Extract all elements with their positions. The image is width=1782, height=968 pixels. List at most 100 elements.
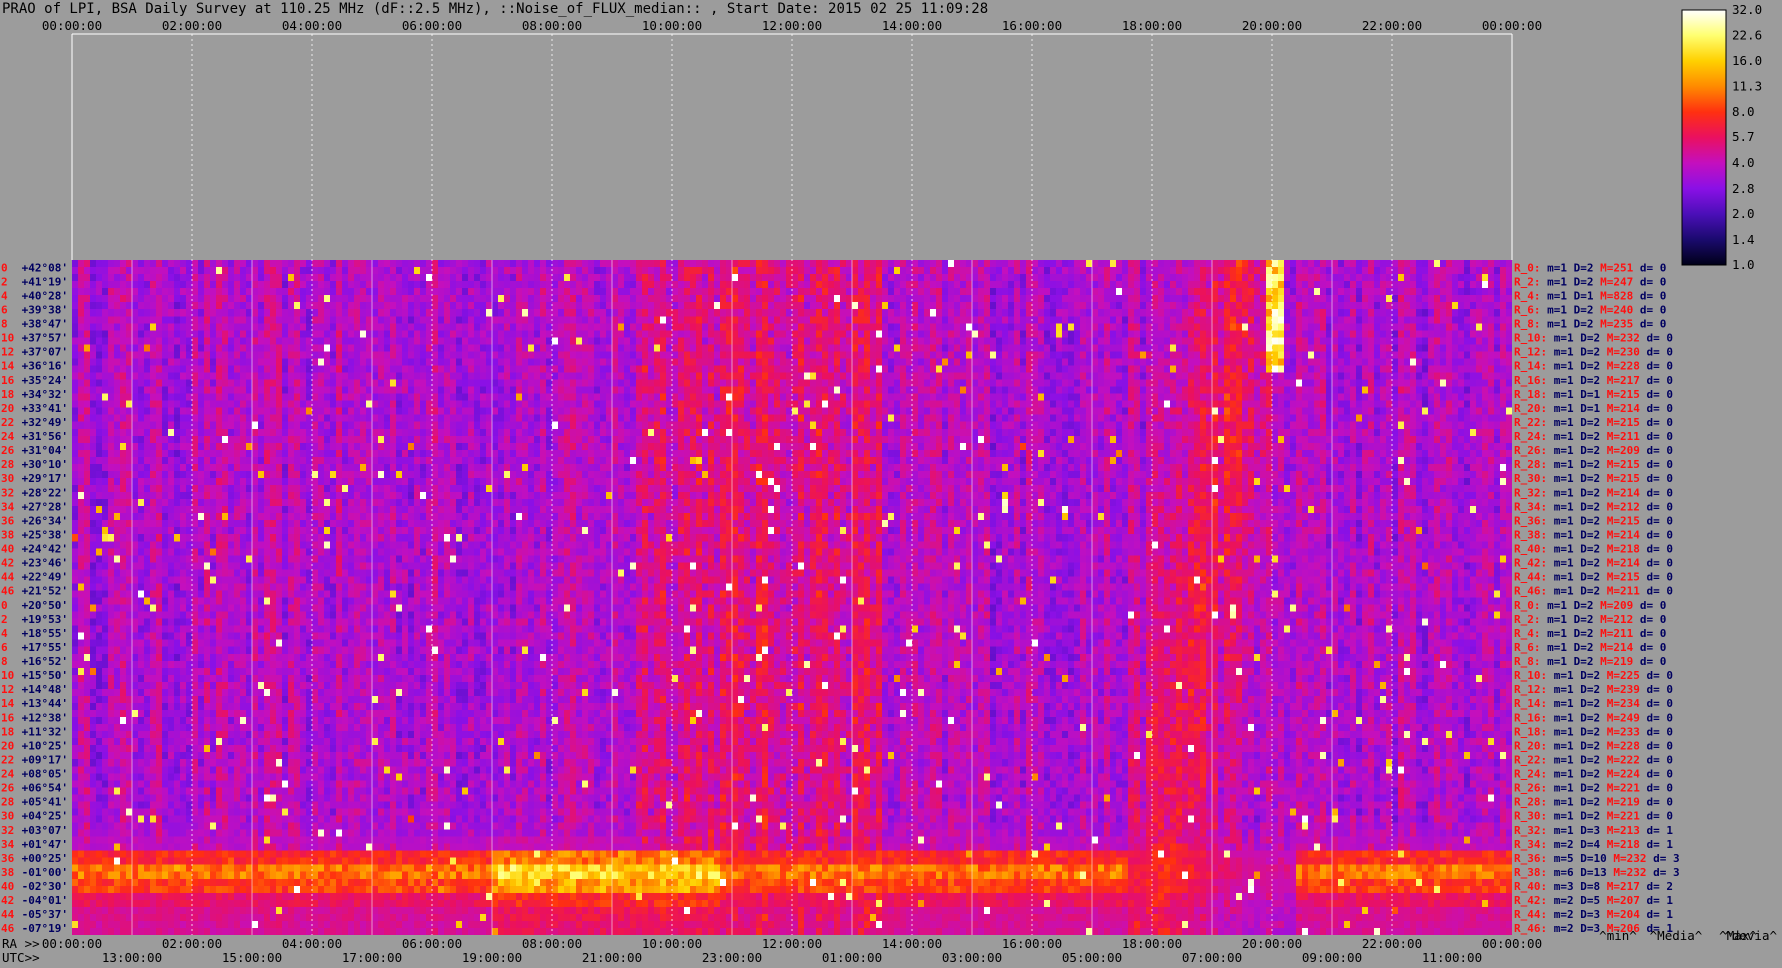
dec-label: -05°37' (22, 908, 68, 921)
dec-label: +42°08' (22, 261, 68, 274)
beam-index-label: 2 (1, 275, 8, 288)
beam-index-label: 46 (1, 922, 15, 935)
dec-label: +06°54' (22, 782, 68, 795)
top-axis-tick-label: 12:00:00 (762, 18, 822, 33)
dec-label: +05°41' (22, 796, 68, 809)
row-stat: R_32: m=1 D=3 M=213 d= 1 (1514, 824, 1673, 837)
beam-index-label: 34 (1, 838, 15, 851)
beam-index-label: 38 (1, 528, 14, 541)
top-axis-tick-label: 00:00:00 (42, 18, 102, 33)
dec-label: +41°19' (22, 275, 68, 288)
beam-index-label: 14 (1, 697, 15, 710)
row-stat: R_40: m=1 D=2 M=218 d= 0 (1514, 543, 1673, 556)
beam-index-label: 6 (1, 641, 8, 654)
dec-label: +35°24' (22, 374, 68, 387)
beam-index-label: 40 (1, 543, 14, 556)
row-stat: R_22: m=1 D=2 M=222 d= 0 (1514, 753, 1673, 766)
beam-index-label: 18 (1, 725, 14, 738)
beam-index-label: 34 (1, 500, 15, 513)
top-axis-tick-label: 06:00:00 (402, 18, 462, 33)
row-stat: R_10: m=1 D=2 M=225 d= 0 (1514, 669, 1673, 682)
row-stat: R_40: m=3 D=8 M=217 d= 2 (1514, 880, 1673, 893)
ra-axis-tick-label: 08:00:00 (522, 936, 582, 951)
dec-label: +29°17' (22, 472, 68, 485)
beam-index-label: 32 (1, 486, 14, 499)
row-stat: R_38: m=6 D=13 M=232 d= 3 (1514, 866, 1680, 879)
dec-label: +18°55' (22, 627, 68, 640)
beam-index-label: 14 (1, 360, 15, 373)
row-stat: R_6: m=1 D=2 M=214 d= 0 (1514, 641, 1666, 654)
colorbar-tick-label: 4.0 (1732, 155, 1755, 170)
row-stat: R_28: m=1 D=2 M=215 d= 0 (1514, 458, 1673, 471)
utc-axis-tick-label: 23:00:00 (702, 950, 762, 965)
dec-label: +24°42' (22, 543, 68, 556)
dec-label: -02°30' (22, 880, 68, 893)
dec-label: -04°01' (22, 894, 68, 907)
dec-label: +40°28' (22, 289, 68, 302)
beam-index-label: 44 (1, 571, 15, 584)
top-axis-tick-label: 14:00:00 (882, 18, 942, 33)
ra-axis-tick-label: 16:00:00 (1002, 936, 1062, 951)
ra-axis-tick-label: 00:00:00 (42, 936, 102, 951)
top-axis-tick-label: 18:00:00 (1122, 18, 1182, 33)
beam-index-label: 46 (1, 585, 15, 598)
colorbar-tick-label: 32.0 (1732, 2, 1762, 17)
dec-label: +32°49' (22, 416, 68, 429)
top-axis-tick-label: 08:00:00 (522, 18, 582, 33)
colorbar-tick-label: 5.7 (1732, 129, 1755, 144)
stat-legend-median: ^Media^ (1650, 928, 1703, 943)
beam-index-label: 4 (1, 289, 8, 302)
beam-index-label: 6 (1, 303, 8, 316)
row-stat: R_4: m=1 D=2 M=211 d= 0 (1514, 627, 1666, 640)
beam-index-label: 42 (1, 894, 14, 907)
ra-axis-tick-label: 18:00:00 (1122, 936, 1182, 951)
utc-axis-tick-label: 09:00:00 (1302, 950, 1362, 965)
utc-axis-tick-label: 05:00:00 (1062, 950, 1122, 965)
dec-label: +16°52' (22, 655, 68, 668)
ra-axis-tick-label: 00:00:00 (1482, 936, 1542, 951)
dec-label: -01°00' (22, 866, 68, 879)
row-stat: R_26: m=1 D=2 M=221 d= 0 (1514, 782, 1673, 795)
row-stat: R_36: m=1 D=2 M=215 d= 0 (1514, 514, 1673, 527)
row-stat: R_0: m=1 D=2 M=251 d= 0 (1514, 261, 1666, 274)
beam-index-label: 36 (1, 852, 15, 865)
dec-label: +28°22' (22, 486, 68, 499)
beam-index-label: 8 (1, 655, 8, 668)
utc-axis-tick-label: 15:00:00 (222, 950, 282, 965)
row-stat: R_18: m=1 D=1 M=215 d= 0 (1514, 388, 1673, 401)
row-stat: R_2: m=1 D=2 M=247 d= 0 (1514, 275, 1666, 288)
ra-axis-prefix: RA >> (2, 936, 40, 951)
top-axis-tick-label: 00:00:00 (1482, 18, 1542, 33)
beam-index-label: 44 (1, 908, 15, 921)
colorbar-tick-label: 1.4 (1732, 232, 1755, 247)
beam-index-label: 8 (1, 318, 8, 331)
dec-label: +25°38' (22, 528, 68, 541)
dec-label: +39°38' (22, 303, 68, 316)
beam-index-label: 24 (1, 430, 15, 443)
dec-label: +13°44' (22, 697, 68, 710)
row-stat: R_32: m=1 D=2 M=214 d= 0 (1514, 486, 1673, 499)
row-stat: R_34: m=1 D=2 M=212 d= 0 (1514, 500, 1673, 513)
ra-axis-tick-label: 04:00:00 (282, 936, 342, 951)
row-stat: R_12: m=1 D=2 M=239 d= 0 (1514, 683, 1673, 696)
beam-index-label: 42 (1, 557, 14, 570)
top-axis-tick-label: 04:00:00 (282, 18, 342, 33)
beam-index-label: 24 (1, 768, 15, 781)
row-stat: R_2: m=1 D=2 M=212 d= 0 (1514, 613, 1666, 626)
stat-legend-min: ^min^ (1599, 928, 1637, 943)
beam-index-label: 22 (1, 416, 14, 429)
row-stat: R_30: m=1 D=2 M=215 d= 0 (1514, 472, 1673, 485)
beam-index-label: 16 (1, 711, 15, 724)
beam-index-label: 4 (1, 627, 8, 640)
dec-label: +27°28' (22, 500, 68, 513)
row-stat: R_14: m=1 D=2 M=234 d= 0 (1514, 697, 1673, 710)
dec-label: +03°07' (22, 824, 68, 837)
dec-label: +26°34' (22, 514, 68, 527)
row-stat: R_26: m=1 D=2 M=209 d= 0 (1514, 444, 1673, 457)
utc-axis-tick-label: 11:00:00 (1422, 950, 1482, 965)
row-stat: R_24: m=1 D=2 M=211 d= 0 (1514, 430, 1673, 443)
beam-index-label: 10 (1, 332, 14, 345)
dec-label: +10°25' (22, 739, 68, 752)
utc-axis-prefix: UTC>> (2, 950, 40, 965)
beam-index-label: 0 (1, 261, 8, 274)
